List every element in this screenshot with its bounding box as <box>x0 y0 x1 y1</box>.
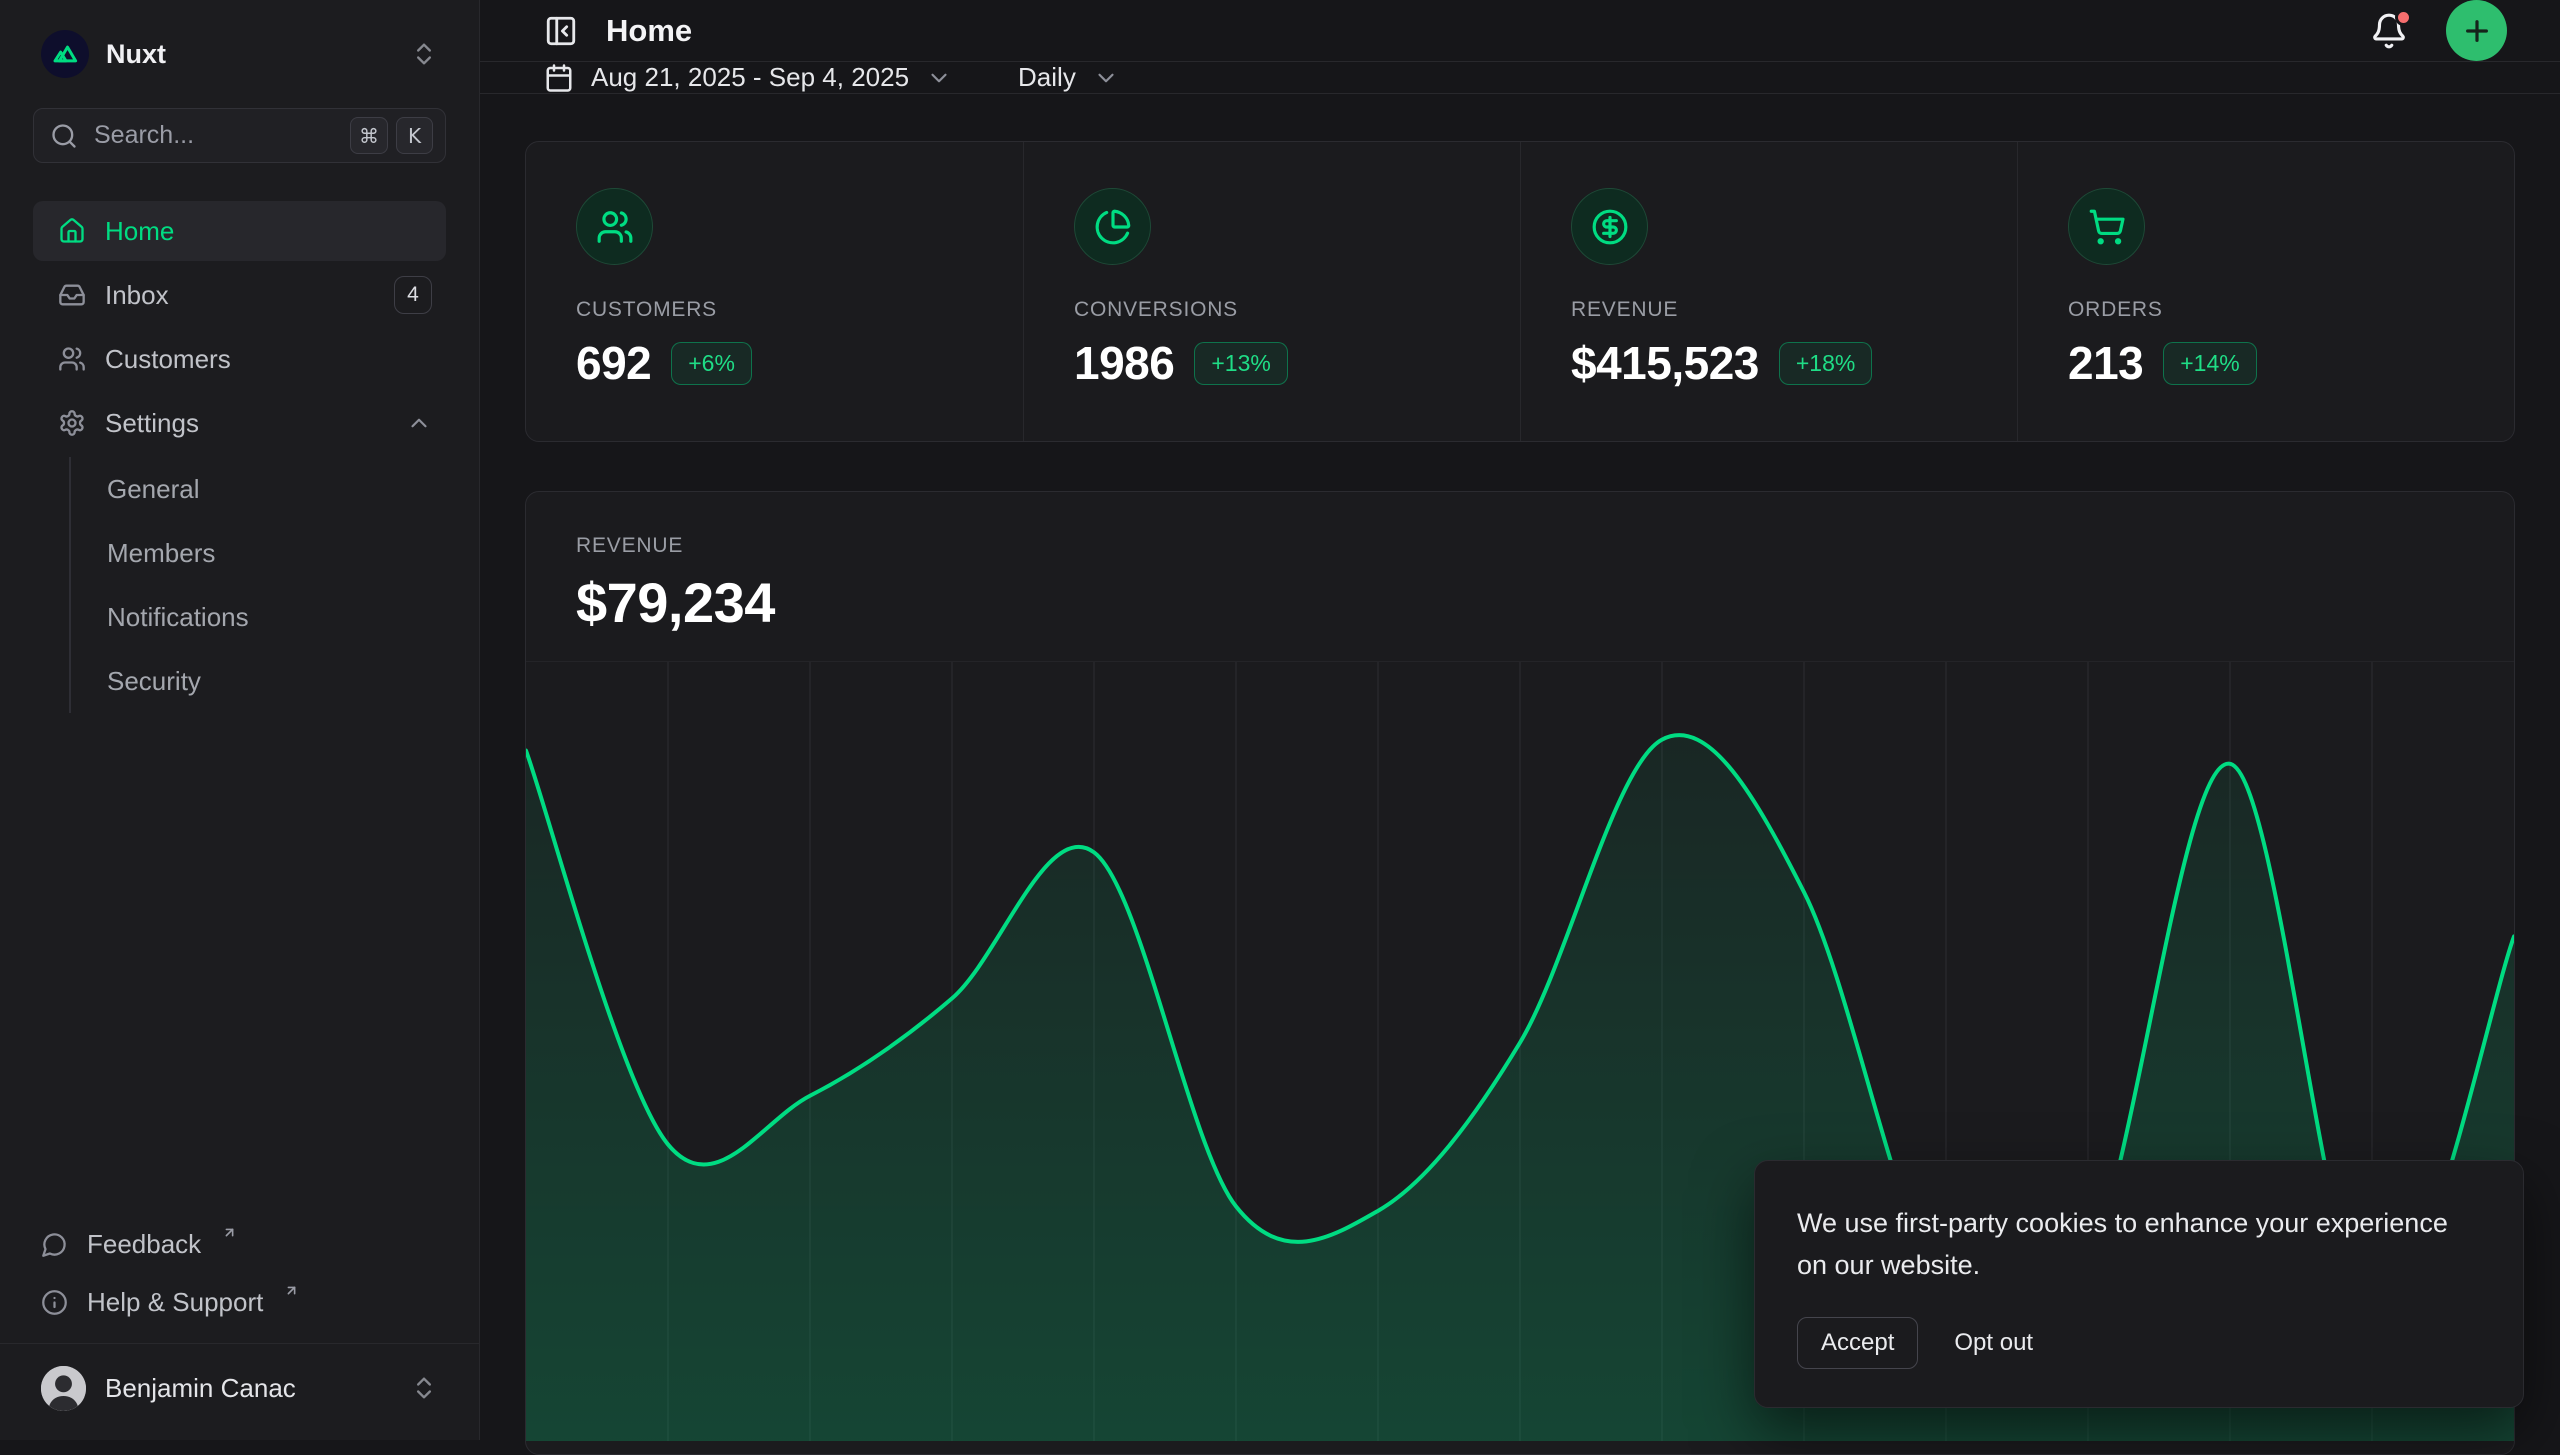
search-placeholder: Search... <box>94 121 194 150</box>
search-input[interactable]: Search... ⌘ K <box>33 108 446 163</box>
add-button[interactable] <box>2446 0 2507 61</box>
gear-icon <box>58 409 86 437</box>
cookie-message: We use first-party cookies to enhance yo… <box>1797 1203 2481 1287</box>
granularity-select[interactable]: Daily <box>1018 62 1119 93</box>
collapse-sidebar-icon[interactable] <box>544 14 578 48</box>
search-icon <box>50 122 78 150</box>
stat-delta-badge: +14% <box>2163 342 2256 385</box>
user-name: Benjamin Canac <box>105 1373 296 1404</box>
external-link-icon <box>284 1283 299 1298</box>
stat-value: 213 <box>2068 336 2143 390</box>
chat-bubble-icon <box>41 1231 68 1258</box>
stat-delta-badge: +18% <box>1779 342 1872 385</box>
sidebar-spacer <box>33 713 446 1215</box>
sidebar-item-notifications[interactable]: Notifications <box>71 585 446 649</box>
stats-row: CUSTOMERS 692 +6% CONVERSIONS 1986 +13% <box>525 141 2515 442</box>
stat-label: REVENUE <box>1571 298 1967 322</box>
stat-value: $415,523 <box>1571 336 1759 390</box>
page-title: Home <box>606 13 692 49</box>
avatar <box>41 1366 86 1411</box>
stat-label: CUSTOMERS <box>576 298 973 322</box>
chevrons-up-down-icon <box>410 40 438 68</box>
feedback-link[interactable]: Feedback <box>33 1215 446 1273</box>
sidebar-item-inbox[interactable]: Inbox 4 <box>33 265 446 325</box>
inbox-count-badge: 4 <box>394 276 432 314</box>
stat-value: 1986 <box>1074 336 1174 390</box>
sidebar-item-home[interactable]: Home <box>33 201 446 261</box>
kbd-cmd: ⌘ <box>350 117 388 154</box>
calendar-icon <box>544 63 574 93</box>
chevron-down-icon <box>926 65 952 91</box>
sidebar-nav: Home Inbox 4 Customers <box>33 201 446 713</box>
sidebar-item-security[interactable]: Security <box>71 649 446 713</box>
sidebar-item-label: Inbox <box>105 280 169 311</box>
sidebar-item-label: Settings <box>105 408 199 439</box>
main-panel: Home Aug 21, 2025 - Sep 4, 2025 <box>480 0 2560 1440</box>
stat-card-revenue: REVENUE $415,523 +18% <box>1520 142 2017 441</box>
kbd-k: K <box>396 117 433 154</box>
notifications-button[interactable] <box>2370 12 2408 50</box>
stat-delta-badge: +13% <box>1194 342 1287 385</box>
inbox-icon <box>58 281 86 309</box>
workspace-name: Nuxt <box>106 39 166 70</box>
info-icon <box>41 1289 68 1316</box>
accept-cookies-button[interactable]: Accept <box>1797 1317 1918 1369</box>
stat-label: ORDERS <box>2068 298 2464 322</box>
chevron-down-icon <box>1093 65 1119 91</box>
stat-delta-badge: +6% <box>671 342 752 385</box>
chevrons-up-down-icon <box>410 1374 438 1402</box>
house-icon <box>58 217 86 245</box>
date-range-picker[interactable]: Aug 21, 2025 - Sep 4, 2025 <box>544 62 952 93</box>
pie-chart-icon <box>1074 188 1151 265</box>
notification-dot <box>2395 9 2412 26</box>
sidebar-item-label: Home <box>105 216 174 247</box>
sidebar-item-general[interactable]: General <box>71 457 446 521</box>
sidebar: Nuxt Search... ⌘ K Home <box>0 0 480 1440</box>
external-link-icon <box>222 1225 237 1240</box>
cookie-banner: We use first-party cookies to enhance yo… <box>1754 1160 2524 1408</box>
revenue-chart-value: $79,234 <box>576 570 2464 635</box>
revenue-chart-label: REVENUE <box>576 534 2464 558</box>
optout-cookies-button[interactable]: Opt out <box>1954 1329 2033 1357</box>
feedback-label: Feedback <box>87 1229 201 1260</box>
chevron-up-icon <box>406 410 432 436</box>
top-bar: Home <box>480 0 2560 62</box>
stat-value: 692 <box>576 336 651 390</box>
stat-card-orders: ORDERS 213 +14% <box>2017 142 2514 441</box>
dollar-circle-icon <box>1571 188 1648 265</box>
help-support-label: Help & Support <box>87 1287 263 1318</box>
date-range-value: Aug 21, 2025 - Sep 4, 2025 <box>591 62 909 93</box>
help-support-link[interactable]: Help & Support <box>33 1273 446 1331</box>
filter-bar: Aug 21, 2025 - Sep 4, 2025 Daily <box>480 62 2560 94</box>
workspace-selector[interactable]: Nuxt <box>33 22 446 86</box>
settings-subnav: General Members Notifications Security <box>69 457 446 713</box>
sidebar-item-label: Customers <box>105 344 231 375</box>
sidebar-item-members[interactable]: Members <box>71 521 446 585</box>
nuxt-logo-icon <box>41 30 89 78</box>
granularity-value: Daily <box>1018 62 1076 93</box>
stat-card-conversions: CONVERSIONS 1986 +13% <box>1023 142 1520 441</box>
users-icon <box>58 345 86 373</box>
search-shortcut: ⌘ K <box>350 117 433 154</box>
cart-icon <box>2068 188 2145 265</box>
sidebar-item-settings[interactable]: Settings <box>33 393 446 453</box>
sidebar-item-customers[interactable]: Customers <box>33 329 446 389</box>
stat-card-customers: CUSTOMERS 692 +6% <box>526 142 1023 441</box>
users-icon <box>576 188 653 265</box>
user-menu[interactable]: Benjamin Canac <box>33 1350 446 1426</box>
sidebar-divider <box>0 1343 479 1344</box>
stat-label: CONVERSIONS <box>1074 298 1470 322</box>
plus-icon <box>2461 15 2493 47</box>
